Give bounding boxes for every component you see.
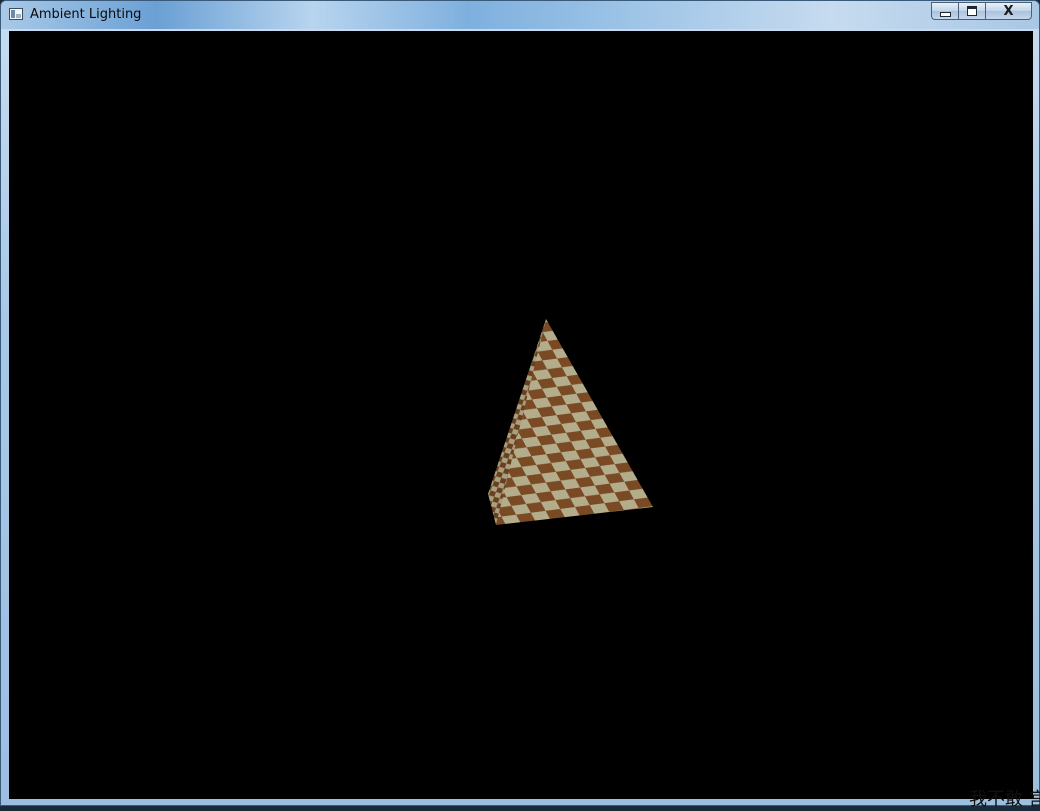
title-bar[interactable]: Ambient Lighting X	[1, 1, 1039, 29]
render-viewport[interactable]	[9, 31, 1033, 799]
maximize-button[interactable]	[958, 2, 985, 20]
close-button[interactable]: X	[985, 2, 1032, 20]
app-window: Ambient Lighting X 我不敢 宫	[0, 0, 1040, 810]
minimize-icon	[939, 11, 951, 17]
overlay-text: 我不敢 宫	[969, 789, 1040, 810]
minimize-button[interactable]	[931, 2, 958, 20]
window-controls: X	[931, 2, 1032, 21]
maximize-icon	[967, 6, 977, 16]
window-title: Ambient Lighting	[30, 7, 142, 22]
close-icon: X	[1003, 3, 1014, 19]
3d-scene	[488, 319, 653, 525]
app-window-icon[interactable]	[9, 8, 23, 20]
